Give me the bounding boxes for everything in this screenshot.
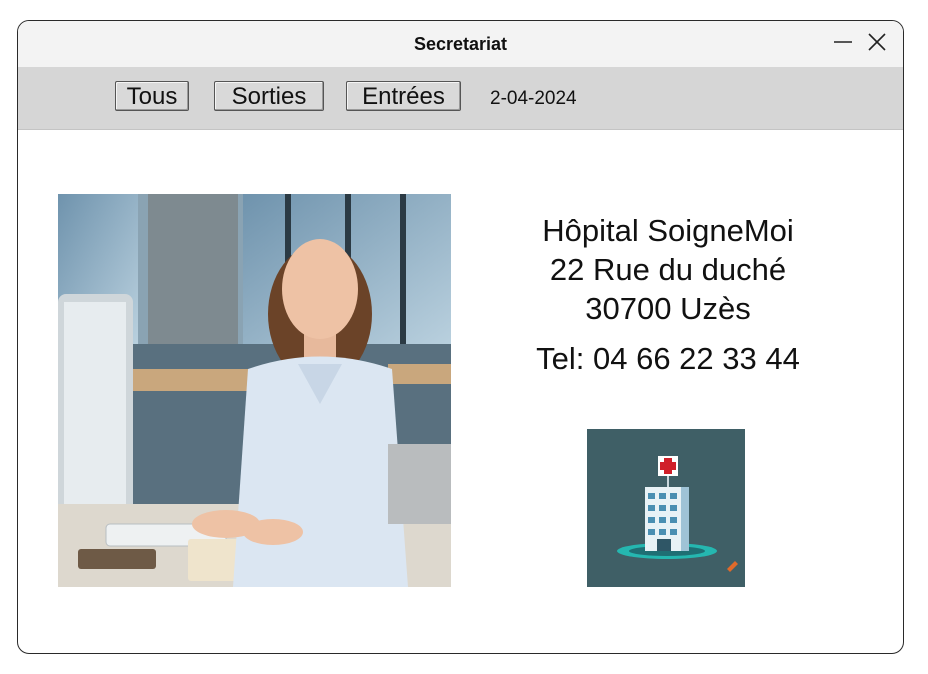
secretary-photo	[58, 194, 451, 587]
tab-sorties[interactable]: Sorties	[214, 81, 324, 111]
tab-entrees[interactable]: Entrées	[346, 81, 461, 111]
close-icon[interactable]	[865, 29, 889, 55]
hospital-phone: Tel: 04 66 22 33 44	[536, 341, 800, 376]
title-bar[interactable]: Secretariat	[18, 21, 903, 67]
hospital-info: Hôpital SoigneMoi 22 Rue du duché 30700 …	[488, 211, 848, 378]
window-controls	[831, 29, 889, 55]
hospital-name: Hôpital SoigneMoi	[542, 213, 794, 248]
hospital-logo	[587, 429, 745, 587]
hospital-city: 30700 Uzès	[585, 291, 751, 326]
current-date: 2-04-2024	[490, 88, 577, 109]
menu-bar: Tous Sorties Entrées 2-04-2024	[18, 67, 903, 130]
secretariat-window: Secretariat Tous Sorties Entrées 2-04-20…	[17, 20, 904, 654]
tab-tous[interactable]: Tous	[115, 81, 189, 111]
hospital-street: 22 Rue du duché	[549, 252, 787, 287]
minimize-icon[interactable]	[831, 29, 855, 55]
window-title: Secretariat	[413, 34, 508, 54]
